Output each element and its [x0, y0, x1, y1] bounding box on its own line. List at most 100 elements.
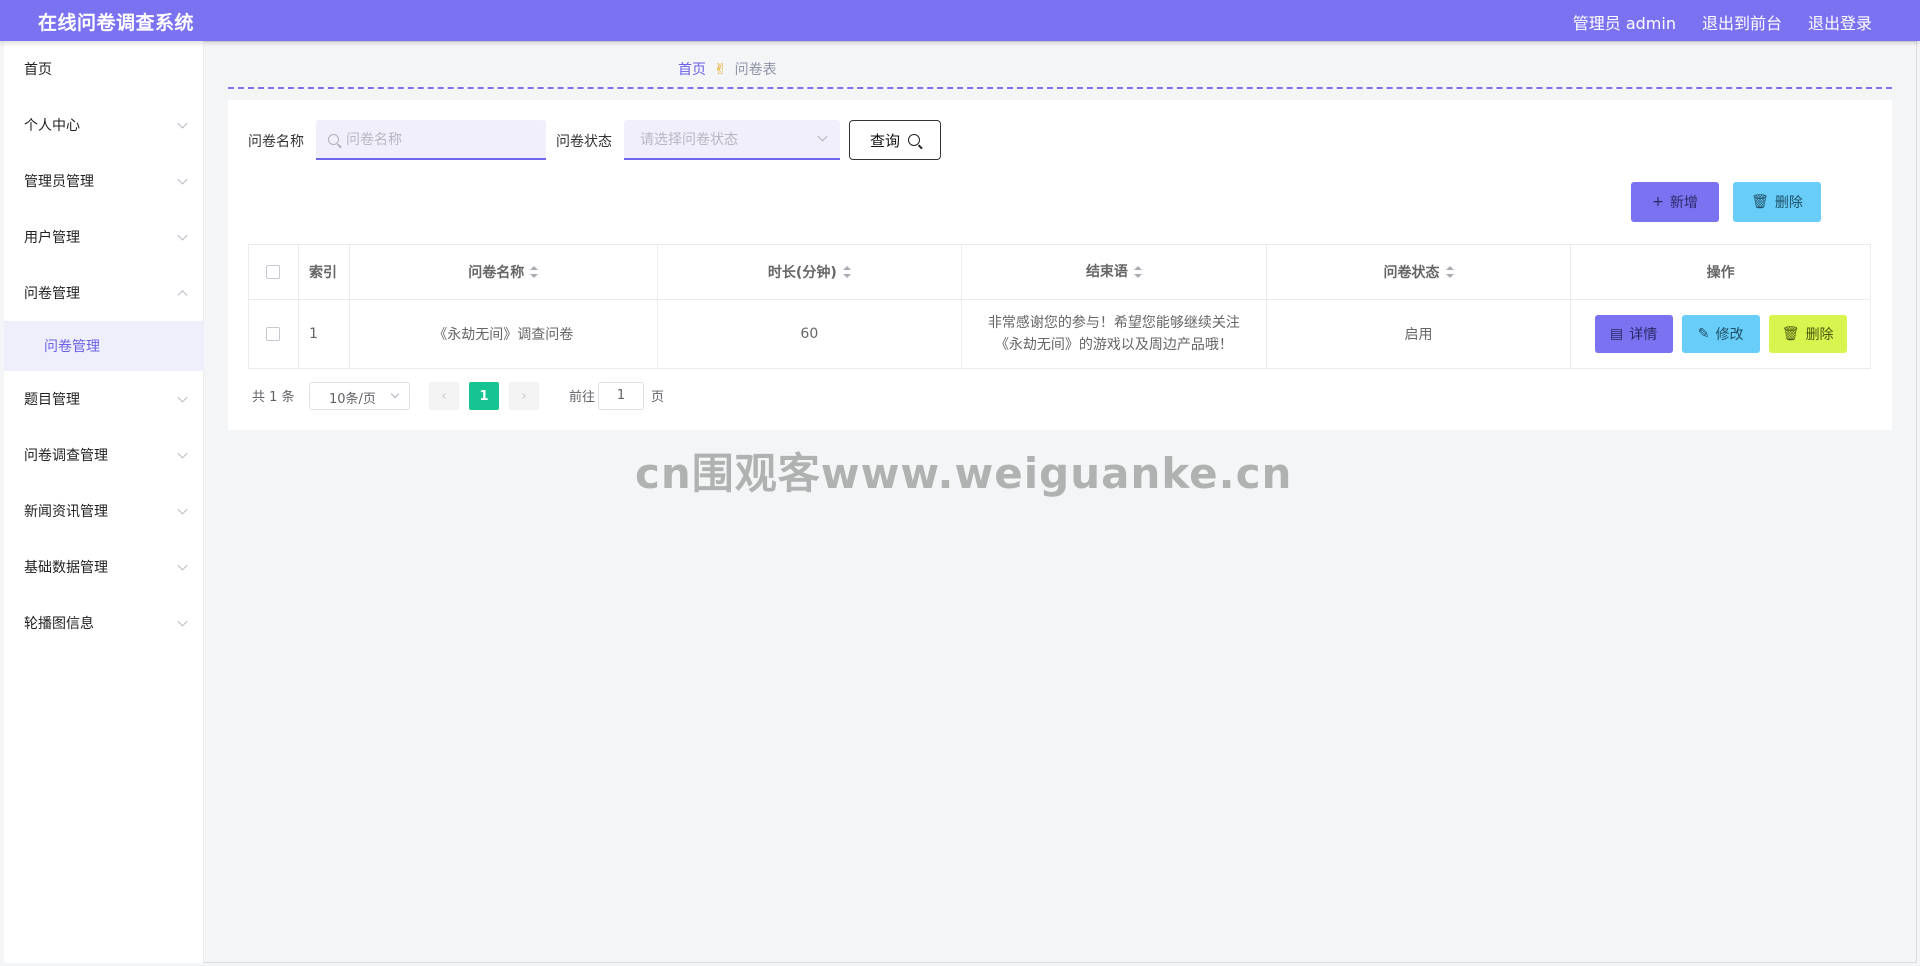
add-button-label: 新增 [1669, 195, 1698, 211]
sidebar-item-questionnaire-management[interactable]: 问卷管理 [4, 265, 204, 321]
header-name[interactable]: 问卷名称 [350, 245, 658, 299]
column-header-duration: 时长(分钟) [767, 265, 837, 281]
header-duration[interactable]: 时长(分钟) [658, 245, 963, 299]
sidebar-item-personal-center[interactable]: 个人中心 [4, 97, 204, 153]
search-icon [328, 134, 339, 145]
page-number-current[interactable]: 1 [469, 382, 499, 410]
batch-delete-button-label: 删除 [1774, 195, 1803, 211]
sort-icon[interactable] [842, 266, 851, 278]
column-header-index: 索引 [308, 265, 337, 281]
edit-button[interactable]: ✎ 修改 [1681, 315, 1760, 353]
next-page-button[interactable]: › [509, 382, 539, 410]
column-header-name: 问卷名称 [468, 265, 525, 281]
breadcrumb-divider [228, 87, 1892, 89]
goto-label: 前往 [569, 390, 596, 405]
chevron-down-icon [177, 230, 188, 241]
row-duration: 60 [658, 300, 963, 368]
chevron-down-icon [177, 448, 188, 459]
sidebar: 首页 个人中心 管理员管理 用户管理 问卷管理 问卷管理 题目管理 问卷调查管理… [4, 41, 204, 963]
search-icon [908, 134, 920, 146]
batch-delete-button[interactable]: 🗑 删除 [1733, 182, 1821, 222]
row-delete-button[interactable]: 🗑 删除 [1768, 315, 1847, 353]
sort-icon[interactable] [1133, 266, 1142, 278]
watermark: cn围观客www.weiguanke.cn [635, 449, 1293, 498]
current-user: 管理员 admin [1572, 14, 1676, 33]
query-button[interactable]: 查询 [849, 120, 941, 160]
chevron-down-icon [390, 389, 400, 399]
breadcrumb-current: 问卷表 [734, 62, 777, 78]
plus-icon: + [1652, 194, 1664, 210]
column-header-operations: 操作 [1706, 265, 1735, 281]
top-header: 在线问卷调查系统 管理员 admin 退出到前台 退出登录 [0, 0, 1920, 41]
header-select-all-cell [249, 245, 299, 299]
sidebar-item-label: 新闻资讯管理 [24, 504, 108, 520]
sidebar-item-label: 问卷管理 [24, 286, 80, 302]
name-filter-label: 问卷名称 [248, 134, 304, 150]
row-select-cell [249, 300, 299, 368]
goto-page-input[interactable]: 1 [598, 382, 644, 410]
table-row: 1 《永劫无间》调查问卷 60 非常感谢您的参与！希望您能够继续关注《永劫无间》… [249, 300, 1870, 368]
sidebar-item-carousel-info[interactable]: 轮播图信息 [4, 595, 204, 651]
sort-icon[interactable] [530, 266, 539, 278]
sidebar-item-admin-management[interactable]: 管理员管理 [4, 153, 204, 209]
document-icon: ▤ [1610, 326, 1624, 342]
header-actions: 管理员 admin 退出到前台 退出登录 [1573, 10, 1872, 34]
select-all-checkbox[interactable] [266, 265, 281, 279]
name-search-placeholder: 问卷名称 [346, 132, 402, 148]
row-delete-button-label: 删除 [1805, 327, 1834, 343]
sidebar-subitem-questionnaire-management[interactable]: 问卷管理 [4, 321, 204, 371]
header-ending[interactable]: 结束语 [962, 245, 1267, 299]
status-select-placeholder: 请选择问卷状态 [640, 132, 738, 148]
page-size-select[interactable]: 10条/页 [309, 382, 410, 410]
row-ending: 非常感谢您的参与！希望您能够继续关注《永劫无间》的游戏以及周边产品哦！ [962, 300, 1267, 368]
sidebar-item-user-management[interactable]: 用户管理 [4, 209, 204, 265]
header-operations: 操作 [1571, 245, 1870, 299]
name-search-input[interactable]: 问卷名称 [316, 120, 546, 160]
sidebar-item-survey-management[interactable]: 问卷调查管理 [4, 427, 204, 483]
chevron-up-icon [177, 290, 188, 301]
logout-link[interactable]: 退出登录 [1808, 10, 1872, 34]
sort-icon[interactable] [1445, 266, 1454, 278]
exit-to-front-link[interactable]: 退出到前台 [1702, 10, 1782, 34]
breadcrumb-home-link[interactable]: 首页 [678, 59, 706, 79]
sidebar-item-label: 轮播图信息 [24, 616, 94, 632]
chevron-down-icon [177, 616, 188, 627]
breadcrumb: 首页 ✌ 问卷表 [678, 59, 777, 79]
column-header-status: 问卷状态 [1383, 265, 1440, 281]
sidebar-item-label: 基础数据管理 [24, 560, 108, 576]
row-name: 《永劫无间》调查问卷 [350, 300, 658, 368]
sidebar-item-news-management[interactable]: 新闻资讯管理 [4, 483, 204, 539]
detail-button[interactable]: ▤ 详情 [1594, 315, 1673, 353]
trash-icon: 🗑 [1781, 326, 1800, 342]
trash-icon: 🗑 [1751, 194, 1769, 210]
chevron-down-icon [177, 174, 188, 185]
sidebar-item-basic-data-management[interactable]: 基础数据管理 [4, 539, 204, 595]
chevron-down-icon [177, 118, 188, 129]
row-status: 启用 [1267, 300, 1572, 368]
row-checkbox[interactable] [266, 327, 281, 341]
sidebar-item-question-management[interactable]: 题目管理 [4, 371, 204, 427]
header-status[interactable]: 问卷状态 [1267, 245, 1572, 299]
sidebar-item-label: 问卷调查管理 [24, 448, 108, 464]
detail-button-label: 详情 [1629, 327, 1658, 343]
status-filter-label: 问卷状态 [556, 134, 612, 150]
sidebar-item-label: 个人中心 [24, 118, 80, 134]
query-button-label: 查询 [869, 131, 900, 150]
sidebar-subitem-label: 问卷管理 [44, 339, 100, 355]
sidebar-item-label: 题目管理 [24, 392, 80, 408]
add-button[interactable]: + 新增 [1631, 182, 1719, 222]
table-header: 索引 问卷名称 时长(分钟) 结束语 问卷状态 操作 [249, 245, 1870, 300]
chevron-down-icon [177, 392, 188, 403]
app-title: 在线问卷调查系统 [38, 12, 195, 34]
prev-page-button[interactable]: ‹ [429, 382, 459, 410]
column-header-ending: 结束语 [1085, 264, 1128, 280]
page-suffix-label: 页 [651, 390, 665, 405]
edit-button-label: 修改 [1715, 327, 1744, 343]
chevron-down-icon [817, 131, 828, 142]
chevron-down-icon [177, 560, 188, 571]
status-select[interactable]: 请选择问卷状态 [624, 120, 840, 160]
questionnaire-table: 索引 问卷名称 时长(分钟) 结束语 问卷状态 操作 1 《永劫无间》调查问卷 … [248, 244, 1871, 369]
page-size-value: 10条/页 [329, 392, 376, 407]
row-index: 1 [299, 300, 350, 368]
sidebar-item-home[interactable]: 首页 [4, 41, 204, 97]
